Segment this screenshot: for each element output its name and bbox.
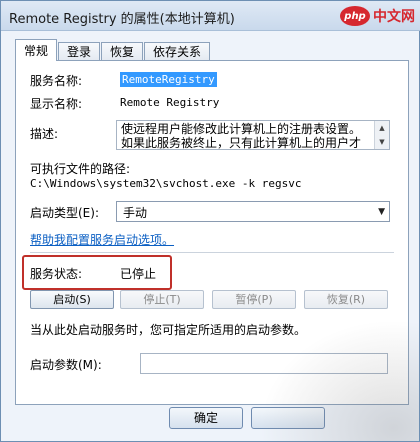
- description-line-1: 使远程用户能修改此计算机上的注册表设置。: [121, 122, 362, 136]
- startup-type-select[interactable]: 手动 ▼: [116, 201, 390, 222]
- startup-params-hint: 当从此处启动服务时，您可指定所适用的启动参数。: [30, 323, 307, 337]
- stop-button[interactable]: 停止(T): [120, 290, 204, 309]
- properties-window: Remote Registry 的属性(本地计算机) php 中文网 常规 登录…: [0, 0, 420, 442]
- title-bar[interactable]: Remote Registry 的属性(本地计算机) php 中文网: [1, 1, 420, 31]
- dropdown-arrow-icon: ▼: [378, 207, 385, 217]
- description-textbox[interactable]: 使远程用户能修改此计算机上的注册表设置。 如果此服务被终止，只有此计算机上的用户…: [116, 120, 390, 150]
- help-configure-link[interactable]: 帮助我配置服务启动选项。: [30, 231, 174, 248]
- description-scrollbar[interactable]: ▲ ▼: [374, 121, 389, 149]
- tab-general[interactable]: 常规: [15, 39, 58, 61]
- startup-type-value: 手动: [123, 206, 148, 220]
- tab-logon[interactable]: 登录: [58, 42, 101, 61]
- ok-button[interactable]: 确定: [169, 407, 243, 429]
- exec-path-value: C:\Windows\system32\svchost.exe -k regsv…: [30, 177, 302, 190]
- scroll-up-icon[interactable]: ▲: [375, 121, 389, 135]
- description-text: 使远程用户能修改此计算机上的注册表设置。 如果此服务被终止，只有此计算机上的用户…: [121, 122, 371, 150]
- tab-recovery[interactable]: 恢复: [101, 42, 144, 61]
- pause-button[interactable]: 暂停(P): [212, 290, 296, 309]
- php-logo-text: 中文网: [373, 9, 415, 25]
- window-title: Remote Registry 的属性(本地计算机): [9, 12, 235, 27]
- startup-type-label: 启动类型(E):: [30, 206, 99, 220]
- description-line-2: 如果此服务被终止，只有此计算机上的用户才: [121, 136, 362, 150]
- start-button[interactable]: 启动(S): [30, 290, 114, 309]
- startup-params-label: 启动参数(M):: [30, 358, 102, 372]
- php-logo: php 中文网: [340, 4, 415, 28]
- tab-strip: 常规 登录 恢复 依存关系: [15, 39, 211, 61]
- service-status-label: 服务状态:: [30, 267, 83, 281]
- exec-path-label: 可执行文件的路径:: [30, 162, 131, 176]
- resume-button[interactable]: 恢复(R): [304, 290, 388, 309]
- service-name-value[interactable]: RemoteRegistry: [120, 72, 217, 87]
- cancel-button[interactable]: [251, 407, 325, 429]
- service-status-value: 已停止: [120, 267, 157, 281]
- general-panel: 服务名称: RemoteRegistry 显示名称: Remote Regist…: [15, 60, 409, 405]
- startup-params-input[interactable]: [140, 353, 388, 374]
- display-name-label: 显示名称:: [30, 97, 83, 111]
- php-logo-badge: php: [340, 6, 370, 26]
- divider: [30, 252, 394, 253]
- description-label: 描述:: [30, 127, 59, 141]
- display-name-value: Remote Registry: [120, 96, 220, 109]
- tab-dependencies[interactable]: 依存关系: [144, 42, 211, 61]
- scroll-down-icon[interactable]: ▼: [375, 135, 389, 149]
- service-name-label: 服务名称:: [30, 74, 83, 88]
